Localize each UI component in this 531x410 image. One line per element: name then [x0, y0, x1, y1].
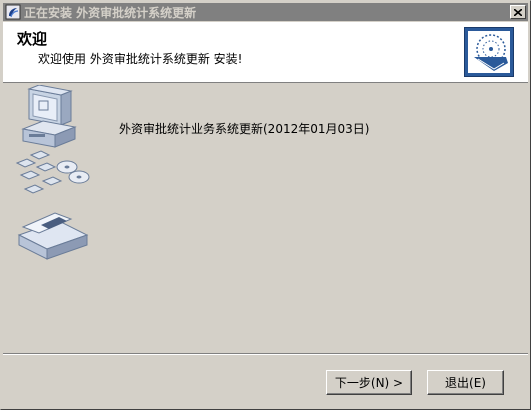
- page-subtitle: 欢迎使用 外资审批统计系统更新 安装!: [38, 52, 243, 66]
- content-area: 外资审批统计业务系统更新(2012年01月03日): [3, 83, 528, 353]
- title-bar[interactable]: 正在安装 外资审批统计系统更新: [3, 3, 528, 21]
- installer-app-icon: [5, 4, 21, 20]
- close-button[interactable]: [510, 5, 526, 19]
- exit-button[interactable]: 退出(E): [427, 370, 504, 395]
- installer-window: 正在安装 外资审批统计系统更新 欢迎 欢迎使用 外资审批统计系统更新 安装! 外…: [0, 0, 531, 410]
- welcome-header: 欢迎 欢迎使用 外资审批统计系统更新 安装!: [3, 22, 528, 83]
- computer-and-discs-illustration: [15, 85, 90, 260]
- product-description: 外资审批统计业务系统更新(2012年01月03日): [119, 122, 370, 136]
- installer-logo-icon: [464, 27, 514, 77]
- window-title: 正在安装 外资审批统计系统更新: [24, 5, 197, 20]
- footer-separator: [3, 353, 528, 355]
- page-title: 欢迎: [17, 30, 48, 48]
- next-button[interactable]: 下一步(N) >: [326, 370, 412, 395]
- close-icon: [514, 8, 522, 16]
